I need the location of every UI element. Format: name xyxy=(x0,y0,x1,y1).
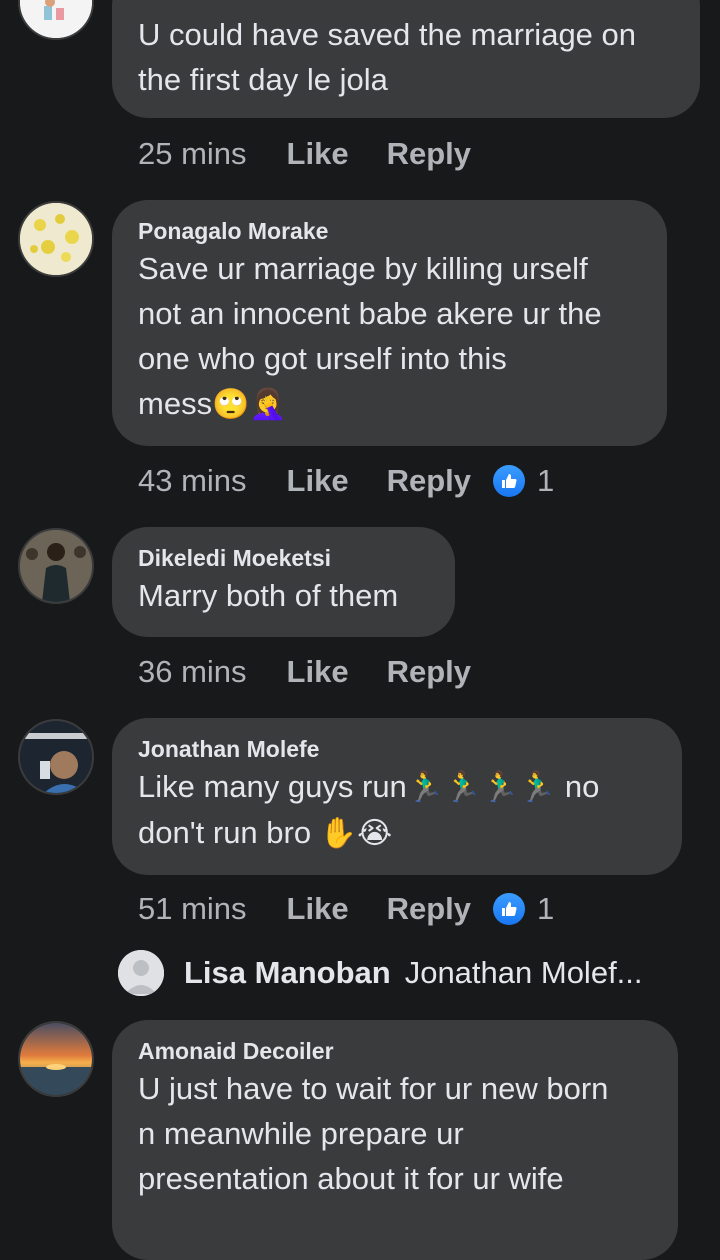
comment-text-segment: don't run bro xyxy=(138,815,312,850)
reaction-count[interactable]: 1 xyxy=(537,463,554,499)
avatar-image xyxy=(20,0,92,38)
timestamp: 43 mins xyxy=(138,463,247,498)
comment-author[interactable]: Jonathan Molefe xyxy=(138,734,656,764)
reply-author[interactable]: Lisa Manoban xyxy=(184,955,391,991)
reply-button[interactable]: Reply xyxy=(387,136,471,172)
comment-text-line: Save ur marriage by killing urself xyxy=(138,251,588,286)
avatar[interactable] xyxy=(18,528,94,604)
like-button[interactable]: Like xyxy=(287,891,349,927)
comment-text-line: presentation about it for ur wife xyxy=(138,1161,564,1196)
comment-actions: 43 mins Like Reply 1 xyxy=(138,461,554,501)
avatar[interactable] xyxy=(18,719,94,795)
emoji: 🏃‍♂️🏃‍♂️🏃‍♂️🏃‍♂️ xyxy=(406,771,557,804)
reply-preview[interactable]: Lisa Manoban Jonathan Molef... xyxy=(118,950,643,996)
avatar[interactable] xyxy=(18,201,94,277)
comment-bubble: Amonaid Decoiler U just have to wait for… xyxy=(112,1020,678,1260)
thumbs-up-icon[interactable] xyxy=(493,465,525,497)
comment-text-line: one who got urself into this xyxy=(138,341,507,376)
comment-text-line: not an innocent babe akere ur the xyxy=(138,296,602,331)
avatar[interactable] xyxy=(18,1021,94,1097)
thumbs-up-icon[interactable] xyxy=(493,893,525,925)
reply-button[interactable]: Reply xyxy=(387,891,471,927)
comment-text-segment: Like many guys run xyxy=(138,769,407,804)
comment-text-line: mess🙄🤦‍♀️ xyxy=(138,381,641,427)
comment-author[interactable]: Ponagalo Morake xyxy=(138,216,641,246)
default-avatar-icon xyxy=(118,950,164,996)
comment-bubble: Dikeledi Moeketsi Marry both of them xyxy=(112,527,455,637)
comment-actions: 51 mins Like Reply 1 xyxy=(138,889,554,929)
like-button[interactable]: Like xyxy=(287,463,349,499)
comment-text-line: the first day le jola xyxy=(138,62,388,97)
comment-text-line: don't run bro ✋😭 xyxy=(138,810,656,856)
comment-text-line: U could have saved the marriage on xyxy=(138,17,637,52)
comment-text-line: Marry both of them xyxy=(138,578,399,613)
comment-bubble: U could have saved the marriage on the f… xyxy=(112,0,700,118)
comment-text-line: Like many guys run🏃‍♂️🏃‍♂️🏃‍♂️🏃‍♂️ no xyxy=(138,764,656,810)
comment-author[interactable]: Dikeledi Moeketsi xyxy=(138,543,429,573)
like-button[interactable]: Like xyxy=(287,136,349,172)
reply-button[interactable]: Reply xyxy=(387,463,471,499)
comment-bubble: Ponagalo Morake Save ur marriage by kill… xyxy=(112,200,667,446)
comment-text-segment: no xyxy=(564,769,600,804)
comment-text-line: U just have to wait for ur new born xyxy=(138,1071,609,1106)
comment-actions: 36 mins Like Reply xyxy=(138,652,509,692)
emoji: 🙄🤦‍♀️ xyxy=(212,388,287,421)
reply-button[interactable]: Reply xyxy=(387,654,471,690)
comment-text-line: n meanwhile prepare ur xyxy=(138,1116,464,1151)
avatar-image xyxy=(20,530,92,602)
timestamp: 25 mins xyxy=(138,136,247,171)
comment-bubble: Jonathan Molefe Like many guys run🏃‍♂️🏃‍… xyxy=(112,718,682,875)
like-button[interactable]: Like xyxy=(287,654,349,690)
avatar[interactable] xyxy=(18,0,94,40)
timestamp: 51 mins xyxy=(138,891,247,926)
avatar-image xyxy=(20,203,92,275)
emoji: ✋😭 xyxy=(319,817,393,850)
reply-text: Jonathan Molef... xyxy=(404,955,643,990)
reaction-count[interactable]: 1 xyxy=(537,891,554,927)
avatar-image xyxy=(20,1023,92,1095)
comment-text-segment: mess xyxy=(138,386,213,421)
avatar-image xyxy=(20,721,92,793)
comment-actions: 25 mins Like Reply xyxy=(138,134,509,174)
timestamp: 36 mins xyxy=(138,654,247,689)
comment-author[interactable]: Amonaid Decoiler xyxy=(138,1036,652,1066)
